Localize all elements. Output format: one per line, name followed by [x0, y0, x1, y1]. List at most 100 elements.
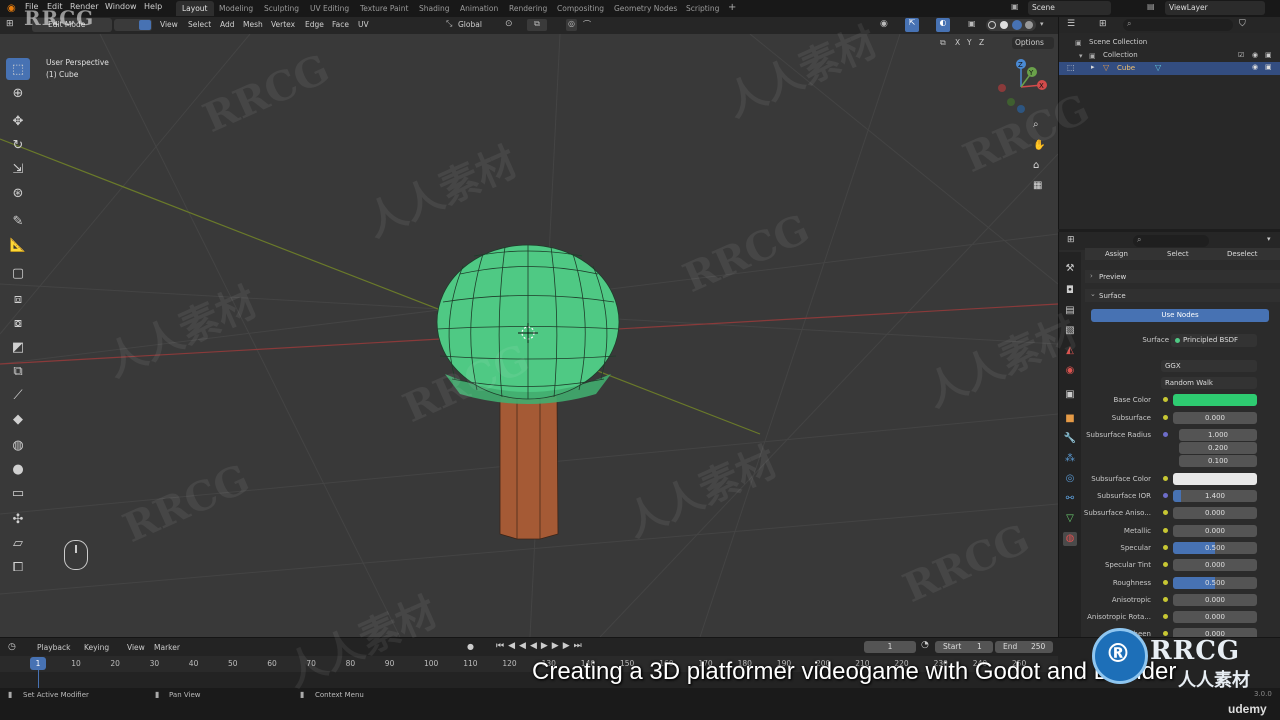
workspace-tab-geometry-nodes[interactable]: Geometry Nodes [608, 1, 683, 16]
outliner-search-input[interactable]: ⌕ [1123, 19, 1233, 31]
cube-visibility-icon[interactable]: ◉ [1252, 63, 1258, 71]
outliner-item-cube[interactable]: Cube [1117, 64, 1135, 72]
outliner-item-collection[interactable]: Collection [1103, 51, 1138, 59]
display-mode-icon[interactable]: ⊞ [1099, 19, 1107, 29]
cube-render-icon[interactable]: ▣ [1265, 63, 1272, 71]
expand-arrow-icon[interactable]: ▾ [1079, 52, 1083, 60]
pan-hand-icon[interactable]: ✋ [1033, 140, 1045, 151]
viewport-visibility-icon[interactable]: ◉ [880, 19, 888, 29]
render-tab-icon[interactable]: ◘ [1063, 284, 1077, 298]
knife-tool-icon[interactable]: ⟋ [6, 384, 30, 406]
jump-end-icon[interactable]: ⏭ [574, 641, 586, 651]
move-tool-icon[interactable]: ✥ [6, 110, 30, 132]
extrude-tool-icon[interactable]: ⧈ [6, 288, 30, 310]
record-icon[interactable]: ● [467, 642, 474, 651]
assign-button[interactable]: Assign [1105, 250, 1128, 258]
deselect-button[interactable]: Deselect [1227, 250, 1258, 258]
header-menu-edge[interactable]: Edge [305, 20, 324, 29]
proportional-editing-icon[interactable]: ◎ [566, 19, 577, 31]
timeline-editor-icon[interactable]: ◷ [8, 642, 16, 652]
menu-window[interactable]: Window [105, 2, 137, 11]
properties-editor-icon[interactable]: ⊞ [1067, 235, 1075, 245]
bevel-tool-icon[interactable]: ◩ [6, 336, 30, 358]
jump-start-icon[interactable]: ⏮ [496, 641, 508, 651]
collection-visibility-icon[interactable]: ◉ [1252, 51, 1258, 59]
edge-select-icon[interactable] [127, 20, 138, 30]
timeline-menu-marker[interactable]: Marker [154, 643, 180, 652]
select-box-tool-icon[interactable]: ⬚ [6, 58, 30, 80]
header-menu-view[interactable]: View [160, 20, 178, 29]
property-field[interactable]: 0.000 [1173, 412, 1257, 424]
face-select-icon[interactable] [139, 20, 151, 30]
add-workspace-icon[interactable]: + [728, 2, 736, 13]
property-field[interactable]: 0.100 [1179, 455, 1257, 467]
current-frame-field[interactable]: 1 [864, 641, 916, 653]
preview-panel-header[interactable]: › Preview [1085, 270, 1280, 283]
timeline-menu-view[interactable]: View [127, 643, 145, 652]
filter-icon[interactable]: ⛉ [1239, 19, 1246, 29]
add-cube-tool-icon[interactable]: ▢ [6, 262, 30, 284]
overlays-toggle-icon[interactable]: ◐ [936, 18, 950, 32]
3d-viewport[interactable]: Z Y X User Perspective (1) Cube ⧉ X Y Z … [0, 34, 1058, 637]
outliner-row-cube[interactable]: ⬚ ▸ ▽ Cube ▽ ◉ ▣ [1059, 62, 1280, 75]
outliner-editor-icon[interactable]: ☰ [1067, 19, 1075, 29]
start-frame-field[interactable]: Start 1 [935, 641, 993, 653]
blender-logo-icon[interactable]: ◉ [7, 3, 16, 14]
property-field[interactable]: 0.500 [1173, 577, 1257, 589]
scale-tool-icon[interactable]: ⇲ [6, 158, 30, 180]
world-tab-icon[interactable]: ◉ [1063, 364, 1077, 378]
scene-tab-icon[interactable]: ◭ [1063, 344, 1077, 358]
solid-shading-icon[interactable] [1000, 21, 1008, 29]
transform-orientation-selector[interactable]: Global [458, 20, 482, 29]
view-layer-selector[interactable]: ViewLayer [1165, 1, 1265, 15]
workspace-tab-shading[interactable]: Shading [413, 1, 455, 16]
options-dropdown[interactable]: Options [1012, 37, 1054, 49]
scene-selector[interactable]: Scene [1028, 1, 1111, 15]
property-field[interactable]: 1.400 [1173, 490, 1257, 502]
base-color-swatch[interactable] [1173, 394, 1257, 406]
menu-help[interactable]: Help [144, 2, 162, 11]
select-button[interactable]: Select [1167, 250, 1189, 258]
prev-keyframe-icon[interactable]: ◀◀ [508, 641, 530, 651]
annotate-tool-icon[interactable]: ✎ [6, 210, 30, 232]
material-shading-icon[interactable] [1012, 20, 1022, 30]
collection-checkbox-icon[interactable]: ☑ [1238, 51, 1244, 59]
pivot-point-icon[interactable]: ⊙ [505, 19, 513, 29]
output-tab-icon[interactable]: ▤ [1063, 304, 1077, 318]
spin-tool-icon[interactable]: ◍ [6, 434, 30, 456]
header-menu-uv[interactable]: UV [358, 20, 369, 29]
tree-trunk[interactable] [499, 393, 559, 540]
property-field[interactable]: 1.000 [1179, 429, 1257, 441]
snap-icon[interactable]: ⧉ [527, 19, 547, 31]
shrink-fatten-tool-icon[interactable]: ✣ [6, 508, 30, 530]
timeline-menu-keying[interactable]: Keying [84, 643, 109, 652]
mirror-z-toggle[interactable]: Z [979, 38, 984, 47]
property-field[interactable]: 0.000 [1173, 559, 1257, 571]
inset-tool-icon[interactable]: ⧇ [6, 312, 30, 334]
playhead[interactable]: 1 [30, 657, 46, 670]
edit-mode-toggle-icon[interactable]: ⬚ [1067, 63, 1075, 72]
header-menu-select[interactable]: Select [188, 20, 211, 29]
loop-cut-tool-icon[interactable]: ⧉ [6, 360, 30, 382]
camera-view-icon[interactable]: ⌂ [1033, 160, 1039, 171]
cursor-tool-icon[interactable]: ⊕ [6, 82, 30, 104]
mirror-x-toggle[interactable]: X [955, 38, 960, 47]
mirror-options-icon[interactable]: ⧉ [940, 38, 946, 48]
property-field[interactable]: 0.500 [1173, 542, 1257, 554]
property-field[interactable] [1173, 473, 1257, 485]
next-keyframe-icon[interactable]: ▶▶ [552, 641, 574, 651]
timeline-menu-playback[interactable]: Playback [37, 643, 70, 652]
play-reverse-icon[interactable]: ◀ [530, 641, 541, 651]
workspace-tab-sculpting[interactable]: Sculpting [258, 1, 305, 16]
transform-tool-icon[interactable]: ⊛ [6, 182, 30, 204]
view-layer-tab-icon[interactable]: ▧ [1063, 324, 1077, 338]
workspace-tab-scripting[interactable]: Scripting [680, 1, 725, 16]
workspace-tab-rendering[interactable]: Rendering [503, 1, 553, 16]
workspace-tab-uv-editing[interactable]: UV Editing [304, 1, 355, 16]
workspace-tab-modeling[interactable]: Modeling [213, 1, 259, 16]
gizmo-toggle-icon[interactable]: ⇱ [905, 18, 919, 32]
measure-tool-icon[interactable]: 📐 [6, 234, 30, 256]
collection-render-icon[interactable]: ▣ [1265, 51, 1272, 59]
property-field[interactable]: 0.000 [1173, 594, 1257, 606]
header-menu-add[interactable]: Add [220, 20, 235, 29]
